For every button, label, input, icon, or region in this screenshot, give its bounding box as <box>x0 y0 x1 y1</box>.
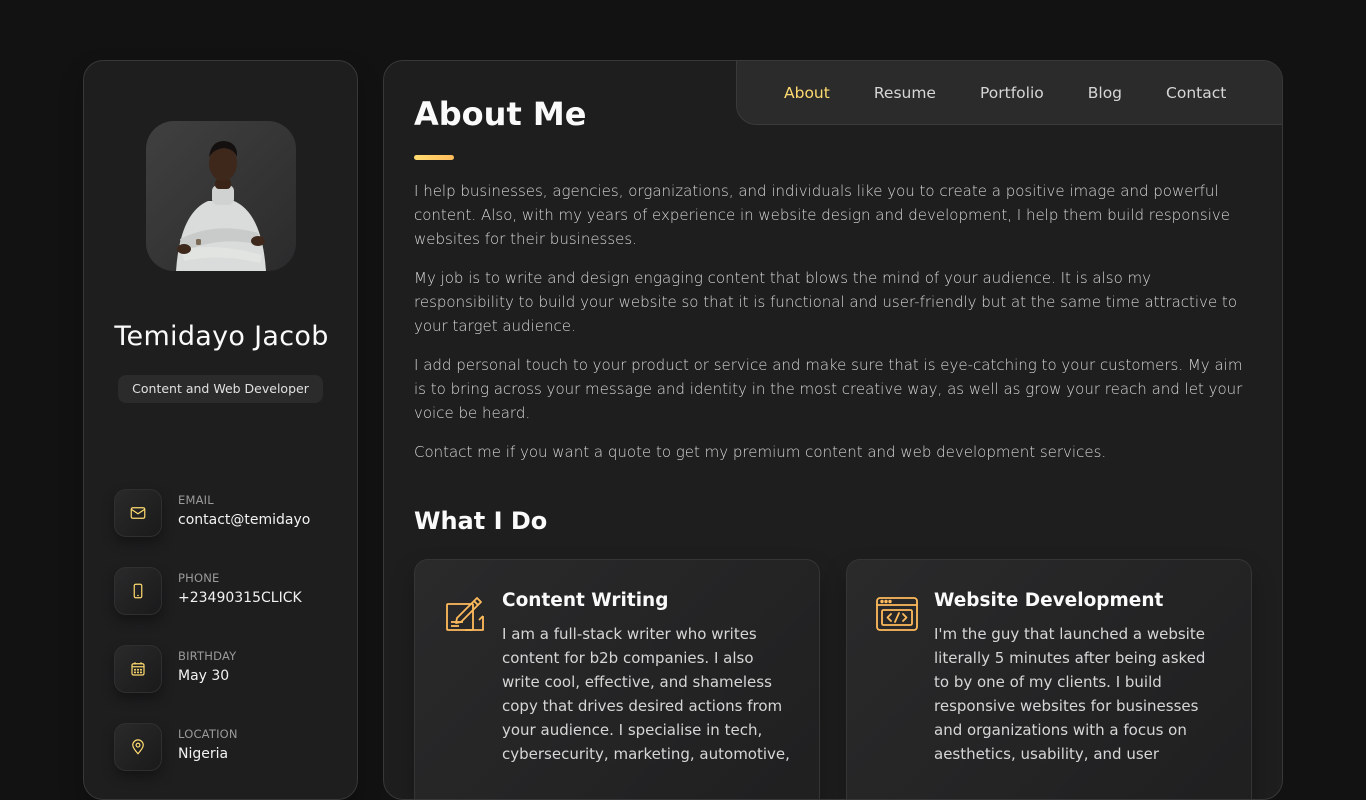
service-description: I am a full-stack writer who writes cont… <box>502 625 790 763</box>
pen-and-paper-icon <box>443 592 487 636</box>
phone-icon <box>114 567 162 615</box>
about-paragraph: I help businesses, agencies, organizatio… <box>414 182 1230 248</box>
profile-name: Temidayo Jacob <box>114 321 329 352</box>
nav-link-portfolio[interactable]: Portfolio <box>980 84 1044 102</box>
service-description: I'm the guy that launched a website lite… <box>934 625 1206 763</box>
calendar-icon <box>114 645 162 693</box>
about-paragraph: I add personal touch to your product or … <box>414 356 1243 422</box>
contact-item-location: Location Nigeria <box>114 723 344 773</box>
page-title: About Me <box>414 95 587 133</box>
location-value: Nigeria <box>178 746 229 762</box>
mail-icon <box>114 489 162 537</box>
profile-title-badge: Content and Web Developer <box>118 375 323 403</box>
birthday-value: May 30 <box>178 668 230 684</box>
phone-link[interactable]: +23490315CLICK <box>178 590 328 606</box>
about-paragraph: Contact me if you want a quote to get my… <box>414 443 1107 461</box>
about-text: I help businesses, agencies, organizatio… <box>414 179 1254 479</box>
navbar: About Resume Portfolio Blog Contact <box>736 61 1282 125</box>
service-card-website-development: Website Development I'm the guy that lau… <box>846 559 1252 799</box>
title-underline <box>414 155 454 160</box>
contact-label: Birthday <box>178 649 237 663</box>
services-title: What I Do <box>414 507 548 535</box>
main-panel: About Resume Portfolio Blog Contact Abou… <box>383 60 1283 800</box>
service-title: Content Writing <box>502 590 669 611</box>
contact-label: Phone <box>178 571 220 585</box>
contact-item-email: Email contact@temidayo <box>114 489 344 539</box>
contact-label: Email <box>178 493 214 507</box>
nav-link-resume[interactable]: Resume <box>874 84 936 102</box>
nav-link-contact[interactable]: Contact <box>1166 84 1226 102</box>
service-title: Website Development <box>934 590 1164 611</box>
contact-item-phone: Phone +23490315CLICK <box>114 567 344 617</box>
service-card-content-writing: Content Writing I am a full-stack writer… <box>414 559 820 799</box>
avatar-portrait-image <box>176 141 266 271</box>
location-pin-icon <box>114 723 162 771</box>
sidebar: Temidayo Jacob Content and Web Developer… <box>83 60 358 800</box>
nav-link-about[interactable]: About <box>784 84 830 102</box>
avatar <box>146 121 296 271</box>
contact-item-birthday: Birthday May 30 <box>114 645 344 695</box>
contact-label: Location <box>178 727 238 741</box>
about-paragraph: My job is to write and design engaging c… <box>414 269 1237 335</box>
code-window-icon <box>875 592 919 636</box>
nav-link-blog[interactable]: Blog <box>1088 84 1122 102</box>
email-link[interactable]: contact@temidayo <box>178 512 328 528</box>
